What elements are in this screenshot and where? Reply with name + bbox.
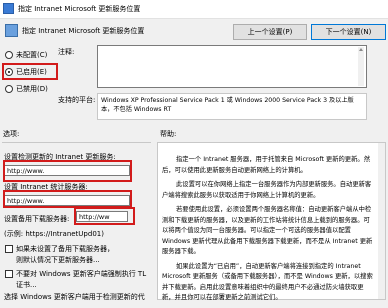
fallback-checkbox[interactable] — [5, 245, 13, 253]
radio-label: 已禁用(D) — [16, 85, 48, 93]
help-scrollbar[interactable] — [378, 143, 385, 299]
options-footer-text: 选择 Windows 更新客户端用于检测更新的代 — [4, 293, 145, 301]
help-paragraph: 此设置可以在你网络上指定一台服务器作为内部更新服务。自动更新客户端将搜索此服务以… — [162, 181, 372, 199]
help-title: 帮助: — [160, 130, 177, 138]
help-paragraph: 如果此设置为“已启用”，自动更新客户端将连接到指定的 Intranet Micr… — [162, 262, 373, 302]
help-text: 指定一个 Intranet 服务器，用于托管来自 Microsoft 更新的更新… — [162, 155, 376, 308]
radio-disabled[interactable]: 已禁用(D) — [5, 84, 55, 95]
supported-platforms-label: 支持的平台: — [58, 96, 96, 104]
next-setting-button[interactable]: 下一个设置(N) — [311, 24, 386, 40]
comment-scrollbar[interactable] — [358, 47, 364, 86]
radio-not-configured[interactable]: 未配置(C) — [5, 50, 55, 61]
previous-setting-button[interactable]: 上一个设置(P) — [233, 24, 307, 40]
help-paragraph: 若要使用此设置，必须设置两个服务器名称值：自动更新客户端从中检测和下载更新的服务… — [162, 206, 373, 255]
policy-settings-icon — [5, 24, 18, 37]
tls-checkbox[interactable] — [5, 270, 13, 278]
radio-label: 未配置(C) — [16, 51, 48, 59]
comment-textarea[interactable] — [97, 45, 367, 88]
help-panel: 指定一个 Intranet 服务器，用于托管来自 Microsoft 更新的更新… — [157, 142, 386, 301]
highlight-alt-download — [74, 207, 135, 225]
supported-platforms-text: Windows XP Professional Service Pack 1 或… — [101, 97, 354, 113]
highlight-stats-server — [3, 190, 132, 208]
fallback-label: 如果未设置了备用下载服务器， — [16, 245, 114, 253]
title-bar: 指定 Intranet Microsoft 更新服务位置 — [0, 0, 388, 19]
highlight-update-service — [3, 160, 132, 182]
alt-download-label: 设置备用下载服务器: — [4, 215, 70, 223]
radio-circle[interactable] — [5, 85, 13, 93]
fallback-label-line2: 则默认情况下更新服务器... — [16, 256, 100, 264]
example-text: (示例: https://IntranetUpd01) — [4, 230, 104, 238]
help-paragraph: 指定一个 Intranet 服务器，用于托管来自 Microsoft 更新的更新… — [162, 156, 370, 174]
radio-circle[interactable] — [5, 51, 13, 59]
tls-label: 不要对 Windows 更新客户端强制执行 TL — [16, 270, 147, 278]
options-title: 选项: — [3, 130, 20, 138]
comment-label: 注释: — [58, 48, 75, 56]
header-title: 指定 Intranet Microsoft 更新服务位置 — [22, 27, 145, 35]
tls-label-line2: 证书... — [16, 281, 37, 289]
window-title: 指定 Intranet Microsoft 更新服务位置 — [18, 5, 141, 13]
supported-platforms-box: Windows XP Professional Service Pack 1 或… — [97, 93, 367, 120]
policy-app-icon — [3, 3, 14, 14]
highlight-enabled — [2, 63, 58, 80]
